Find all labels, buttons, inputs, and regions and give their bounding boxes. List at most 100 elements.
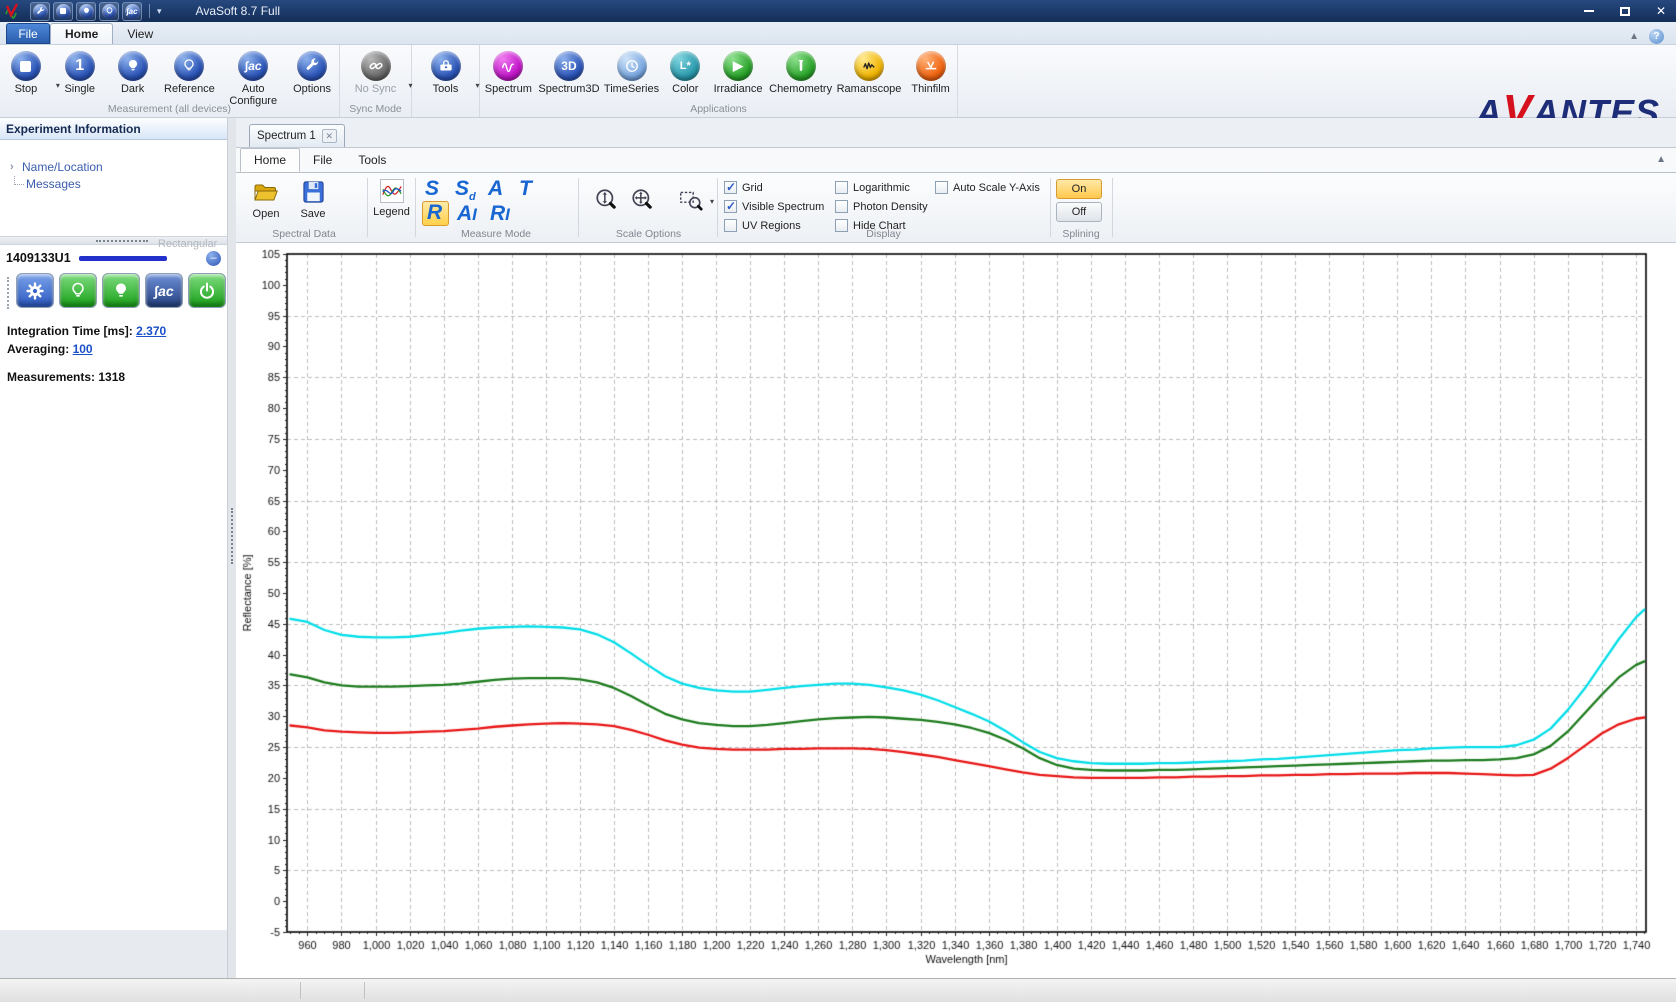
tree-expander-icon[interactable]: › — [10, 161, 22, 173]
averaging-value[interactable]: 100 — [73, 342, 93, 356]
qat-auto-configure-icon[interactable]: ∫ac — [122, 2, 142, 21]
timeseries-button[interactable]: TimeSeries — [601, 49, 662, 95]
checkbox-logarithmic[interactable]: Logarithmic — [835, 181, 910, 194]
checkbox-visible-spectrum[interactable]: Visible Spectrum — [724, 200, 824, 213]
device-power-button[interactable] — [188, 273, 226, 308]
checkbox-photon-density[interactable]: Photon Density — [835, 200, 928, 213]
maximize-icon[interactable] — [1620, 7, 1630, 16]
tools-button[interactable]: Tools ▾ — [420, 49, 472, 95]
tab-close-icon[interactable]: ✕ — [322, 129, 337, 143]
toolbox-icon — [431, 51, 461, 81]
measurements-value: 1318 — [98, 370, 125, 384]
splining-off-button[interactable]: Off — [1056, 202, 1102, 222]
stop-button[interactable]: Stop ▾ — [0, 49, 52, 95]
group-label-measure-mode: Measure Mode — [416, 228, 576, 240]
spectrum3d-icon: 3D — [554, 51, 584, 81]
chart-tab-tools[interactable]: Tools — [345, 148, 399, 172]
measure-mode-ai-button[interactable]: AI — [457, 204, 477, 225]
device-dark-button[interactable] — [59, 273, 97, 308]
group-label-applications: Applications — [480, 103, 957, 115]
options-button[interactable]: Options — [285, 49, 339, 95]
device-reference-button[interactable] — [102, 273, 140, 308]
qat-stop-icon[interactable] — [53, 2, 73, 21]
experiment-panel-header: Experiment Information — [0, 118, 227, 140]
thinfilm-button[interactable]: Thinfilm — [904, 49, 957, 95]
irradiance-button[interactable]: ▶ Irradiance — [709, 49, 768, 95]
measure-mode-ri-button[interactable]: RI — [490, 204, 510, 225]
tree-item-name-location[interactable]: › Name/Location — [10, 158, 227, 175]
spectrum-wave-icon — [493, 51, 523, 81]
color-button[interactable]: L* Color — [662, 49, 709, 95]
vertical-splitter[interactable] — [228, 118, 236, 978]
no-sync-button[interactable]: No Sync ▾ — [347, 49, 405, 95]
panel-bottom-filler — [0, 930, 227, 978]
experiment-panel: Experiment Information › Name/Location M… — [0, 118, 228, 978]
device-collapse-icon[interactable]: – — [206, 251, 221, 266]
document-tab-bar: Spectrum 1 ✕ — [236, 118, 1676, 147]
reference-bulb-icon — [174, 51, 204, 81]
qat-reference-bulb-icon[interactable] — [99, 2, 119, 21]
chart-area — [236, 243, 1676, 978]
save-button[interactable]: Save — [293, 179, 333, 220]
tab-home[interactable]: Home — [50, 23, 113, 44]
help-icon[interactable]: ? — [1649, 29, 1664, 44]
tools-dropdown-icon[interactable]: ▾ — [475, 81, 479, 90]
qat-customize-icon[interactable]: ▾ — [157, 7, 162, 16]
ramanscope-button[interactable]: Ramanscope — [834, 49, 904, 95]
legend-button[interactable]: Legend — [369, 179, 414, 218]
splining-on-button[interactable]: On — [1056, 179, 1102, 199]
clock-icon — [617, 51, 647, 81]
power-icon — [196, 280, 218, 302]
group-label-sync: Sync Mode — [340, 103, 411, 115]
scale-all-button[interactable] — [630, 187, 656, 216]
tab-view[interactable]: View — [113, 23, 167, 44]
ribbon-tab-row: File Home View ▲ ? — [0, 22, 1676, 45]
chart-tab-file[interactable]: File — [300, 148, 345, 172]
ribbon: Stop ▾ 1 Single Dark Reference ∫ac Auto … — [0, 45, 1676, 118]
chart-tab-home[interactable]: Home — [240, 148, 300, 172]
qat-dark-bulb-icon[interactable] — [76, 2, 96, 21]
raman-wave-icon — [854, 51, 884, 81]
measure-mode-a-button[interactable]: A — [488, 179, 503, 199]
ribbon-collapse-icon[interactable]: ▲ — [1629, 31, 1639, 42]
integration-time-value[interactable]: 2.370 — [136, 324, 166, 338]
measure-mode-r-button[interactable]: R — [427, 203, 442, 223]
device-auto-configure-button[interactable]: ∫ac — [145, 273, 183, 308]
dark-button[interactable]: Dark — [108, 49, 158, 95]
tab-file[interactable]: File — [6, 23, 50, 44]
measure-mode-s-button[interactable]: S — [425, 179, 439, 199]
chart-ribbon: Open Save Spectral Data Legend S Sd A — [236, 173, 1676, 243]
measure-mode-t-button[interactable]: T — [519, 179, 532, 199]
chart-ribbon-collapse-icon[interactable]: ▲ — [1656, 154, 1666, 165]
chemometry-button[interactable]: Chemometry — [767, 49, 833, 95]
status-bar — [0, 978, 1676, 1002]
checkbox-grid[interactable]: Grid — [724, 181, 763, 194]
qat-wrench-icon[interactable] — [30, 2, 50, 21]
device-settings-button[interactable] — [16, 273, 54, 308]
reference-button[interactable]: Reference — [158, 49, 222, 95]
spectrum3d-button[interactable]: 3D Spectrum3D — [537, 49, 602, 95]
scale-y-button[interactable] — [594, 187, 620, 216]
spectrum-chart[interactable] — [236, 243, 1676, 978]
zoom-dropdown-icon[interactable]: ▾ — [710, 197, 714, 206]
wrench-icon — [297, 51, 327, 81]
group-label-measurement: Measurement (all devices) — [0, 103, 339, 115]
auto-configure-button[interactable]: ∫ac Auto Configure — [221, 49, 285, 107]
minimize-icon[interactable] — [1584, 10, 1594, 12]
single-button[interactable]: 1 Single — [52, 49, 108, 95]
spectrum-button[interactable]: Spectrum — [480, 49, 537, 95]
tree-item-messages[interactable]: Messages — [10, 175, 227, 192]
device-id: 1409133U1 — [6, 251, 71, 265]
window-title: AvaSoft 8.7 Full — [196, 4, 281, 18]
checkbox-auto-scale-y[interactable]: Auto Scale Y-Axis — [935, 181, 1040, 194]
group-label-display: Display — [717, 228, 1050, 240]
open-button[interactable]: Open — [244, 179, 288, 220]
zoom-region-button[interactable] — [678, 187, 704, 216]
close-icon[interactable]: ✕ — [1656, 5, 1666, 17]
measurements-label: Measurements: — [7, 370, 95, 384]
legend-icon — [380, 179, 404, 203]
document-tab-spectrum1[interactable]: Spectrum 1 ✕ — [249, 124, 345, 147]
toolbar-grip[interactable] — [7, 277, 9, 309]
single-icon: 1 — [65, 51, 95, 81]
device-toolbar: ∫ac — [0, 267, 227, 314]
